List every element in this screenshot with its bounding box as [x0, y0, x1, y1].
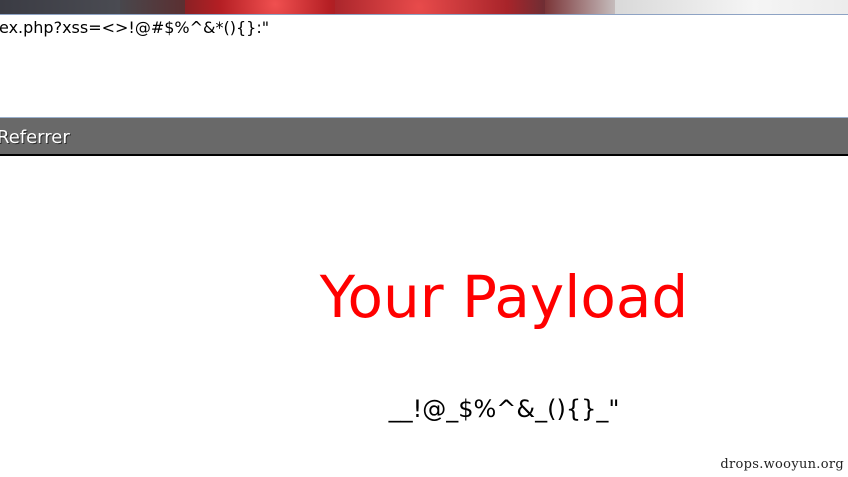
watermark-text: drops.wooyun.org — [720, 457, 844, 472]
payload-title: Your Payload — [319, 263, 689, 331]
payload-value: __!@_$%^&_(){}_" — [388, 395, 620, 423]
url-input-area[interactable]: ex.php?xss=<>!@#$%^&*(){}:" — [0, 15, 848, 117]
referrer-label: Referrer — [0, 127, 70, 148]
page: ex.php?xss=<>!@#$%^&*(){}:" Referrer You… — [0, 0, 848, 477]
referrer-bar: Referrer — [0, 117, 848, 156]
url-input-text[interactable]: ex.php?xss=<>!@#$%^&*(){}:" — [0, 18, 269, 37]
header-banner-image — [0, 0, 848, 15]
